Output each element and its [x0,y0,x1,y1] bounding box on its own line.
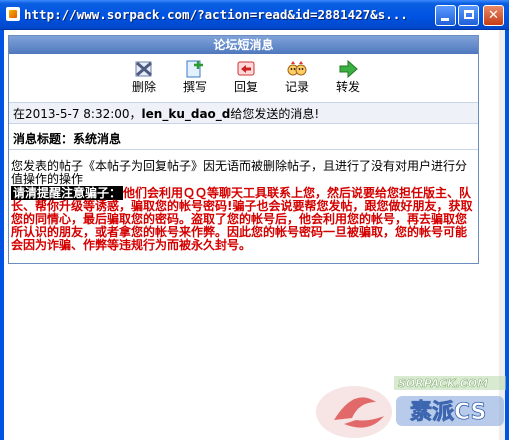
message-toolbar: 删除 撰写 回复 记录 转发 [9,55,478,99]
subject-row: 消息标题：系统消息 [9,128,478,150]
close-icon: ✕ [488,8,499,23]
watermark-brand: 素派CS [410,399,486,425]
compose-icon [186,60,203,78]
sender-suffix: 给您发送的消息! [230,107,320,121]
site-watermark: SORPACK.COM 素派CS [316,376,506,438]
maximize-button[interactable] [458,5,479,26]
maximize-icon [463,10,474,19]
sender-name[interactable]: len_ku_dao_d [142,107,231,121]
subject-value: 系统消息 [73,132,122,146]
history-button[interactable]: 记录 [277,59,317,94]
message-panel: 论坛短消息 删除 撰写 回复 记录 转发 在2013-5-7 8:32:00，l… [8,35,479,264]
forward-button[interactable]: 转发 [328,59,368,94]
sent-time: 在2013-5-7 8:32:00， [13,107,142,121]
browser-icon [6,7,20,21]
reply-icon [237,61,255,76]
warning-block: 请清提醒注意骗子： 他们会利用ＱＱ等聊天工具联系上您，然后说要给您担任版主、队长、… [11,186,473,252]
delete-icon [135,61,152,77]
delete-button[interactable]: 删除 [124,59,164,94]
minimize-button[interactable] [435,5,456,26]
warning-label: 请清提醒注意骗子： [11,186,124,200]
panel-title: 论坛短消息 [9,36,478,54]
forward-icon [339,59,358,79]
history-icon [287,61,307,76]
minimize-icon [441,18,449,21]
subject-label: 消息标题： [13,132,74,146]
sender-row: 在2013-5-7 8:32:00，len_ku_dao_d给您发送的消息! [9,102,478,124]
window-title: http://www.sorpack.com/?action=read&id=2… [24,7,408,22]
notice-text: 您发表的帖子《本帖子为回复帖子》因无语而被删除帖子，且进行了没有对用户进行分值操… [11,159,468,186]
compose-button[interactable]: 撰写 [175,59,215,94]
reply-button[interactable]: 回复 [226,59,266,94]
watermark-url: SORPACK.COM [398,377,488,390]
message-body: 您发表的帖子《本帖子为回复帖子》因无语而被删除帖子，且进行了没有对用户进行分值操… [11,160,473,252]
window-titlebar[interactable]: http://www.sorpack.com/?action=read&id=2… [0,0,509,30]
close-button[interactable]: ✕ [483,5,504,26]
